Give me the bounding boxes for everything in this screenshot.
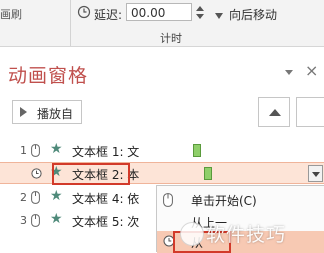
clock-icon	[163, 235, 175, 247]
item-options-dropdown-button[interactable]	[308, 165, 323, 182]
timeline-bar[interactable]	[204, 167, 212, 180]
delay-label: 延迟:	[94, 8, 123, 22]
pane-options-dropdown-icon[interactable]	[285, 70, 293, 75]
animation-number: 3	[20, 214, 27, 227]
star-effect-icon: ★	[50, 211, 63, 227]
watermark-logo-icon	[180, 222, 204, 246]
delay-decrease-icon[interactable]	[196, 14, 204, 19]
move-later-arrow-icon	[215, 12, 223, 19]
play-from-label: 播放自	[37, 107, 74, 121]
mouse-icon	[31, 214, 40, 227]
play-icon	[20, 107, 27, 117]
move-later-label: 向后移动	[229, 8, 278, 22]
menu-item-on-click[interactable]: 单击开始(C)	[157, 189, 324, 211]
clock-icon	[31, 168, 42, 179]
animation-item-selected[interactable]: ★ 文本框 2: 本	[0, 162, 324, 185]
delay-input[interactable]: 00.00	[126, 3, 192, 21]
move-down-button[interactable]	[296, 97, 324, 127]
play-from-button[interactable]: 播放自	[12, 100, 82, 124]
timeline-bar[interactable]	[193, 144, 201, 157]
chevron-down-icon	[312, 172, 320, 177]
menu-item-label: 单击开始(C)	[191, 194, 257, 208]
ribbon-separator	[70, 0, 71, 46]
arrow-up-icon	[269, 109, 281, 116]
ribbon-format-painter-fragment[interactable]: 画刷	[0, 6, 22, 22]
clock-icon	[77, 5, 91, 19]
mouse-icon	[163, 193, 173, 207]
watermark-text: 软件技巧	[206, 224, 287, 246]
move-later-button[interactable]: 向后移动	[215, 6, 277, 23]
star-effect-icon: ★	[50, 141, 63, 157]
animation-label: 文本框 2: 本	[72, 168, 140, 182]
move-up-button[interactable]	[258, 97, 290, 127]
animation-label: 文本框 5: 次	[72, 215, 140, 229]
mouse-icon	[31, 191, 40, 204]
animation-number: 2	[20, 191, 27, 204]
animation-label: 文本框 4: 依	[72, 192, 140, 206]
animation-number: 1	[20, 144, 27, 157]
delay-increase-icon[interactable]	[196, 6, 204, 11]
timing-group-label: 计时	[160, 32, 182, 45]
animation-item[interactable]: 1 ★ 文本框 1: 文	[0, 140, 324, 162]
close-icon[interactable]: ×	[305, 61, 318, 80]
animation-pane-title: 动画窗格	[8, 65, 89, 87]
mouse-icon	[31, 144, 40, 157]
star-effect-icon: ★	[50, 164, 63, 180]
ribbon: 画刷 延迟: 00.00 计时 向后移动	[0, 0, 324, 47]
star-effect-icon: ★	[50, 188, 63, 204]
animation-label: 文本框 1: 文	[72, 145, 140, 159]
